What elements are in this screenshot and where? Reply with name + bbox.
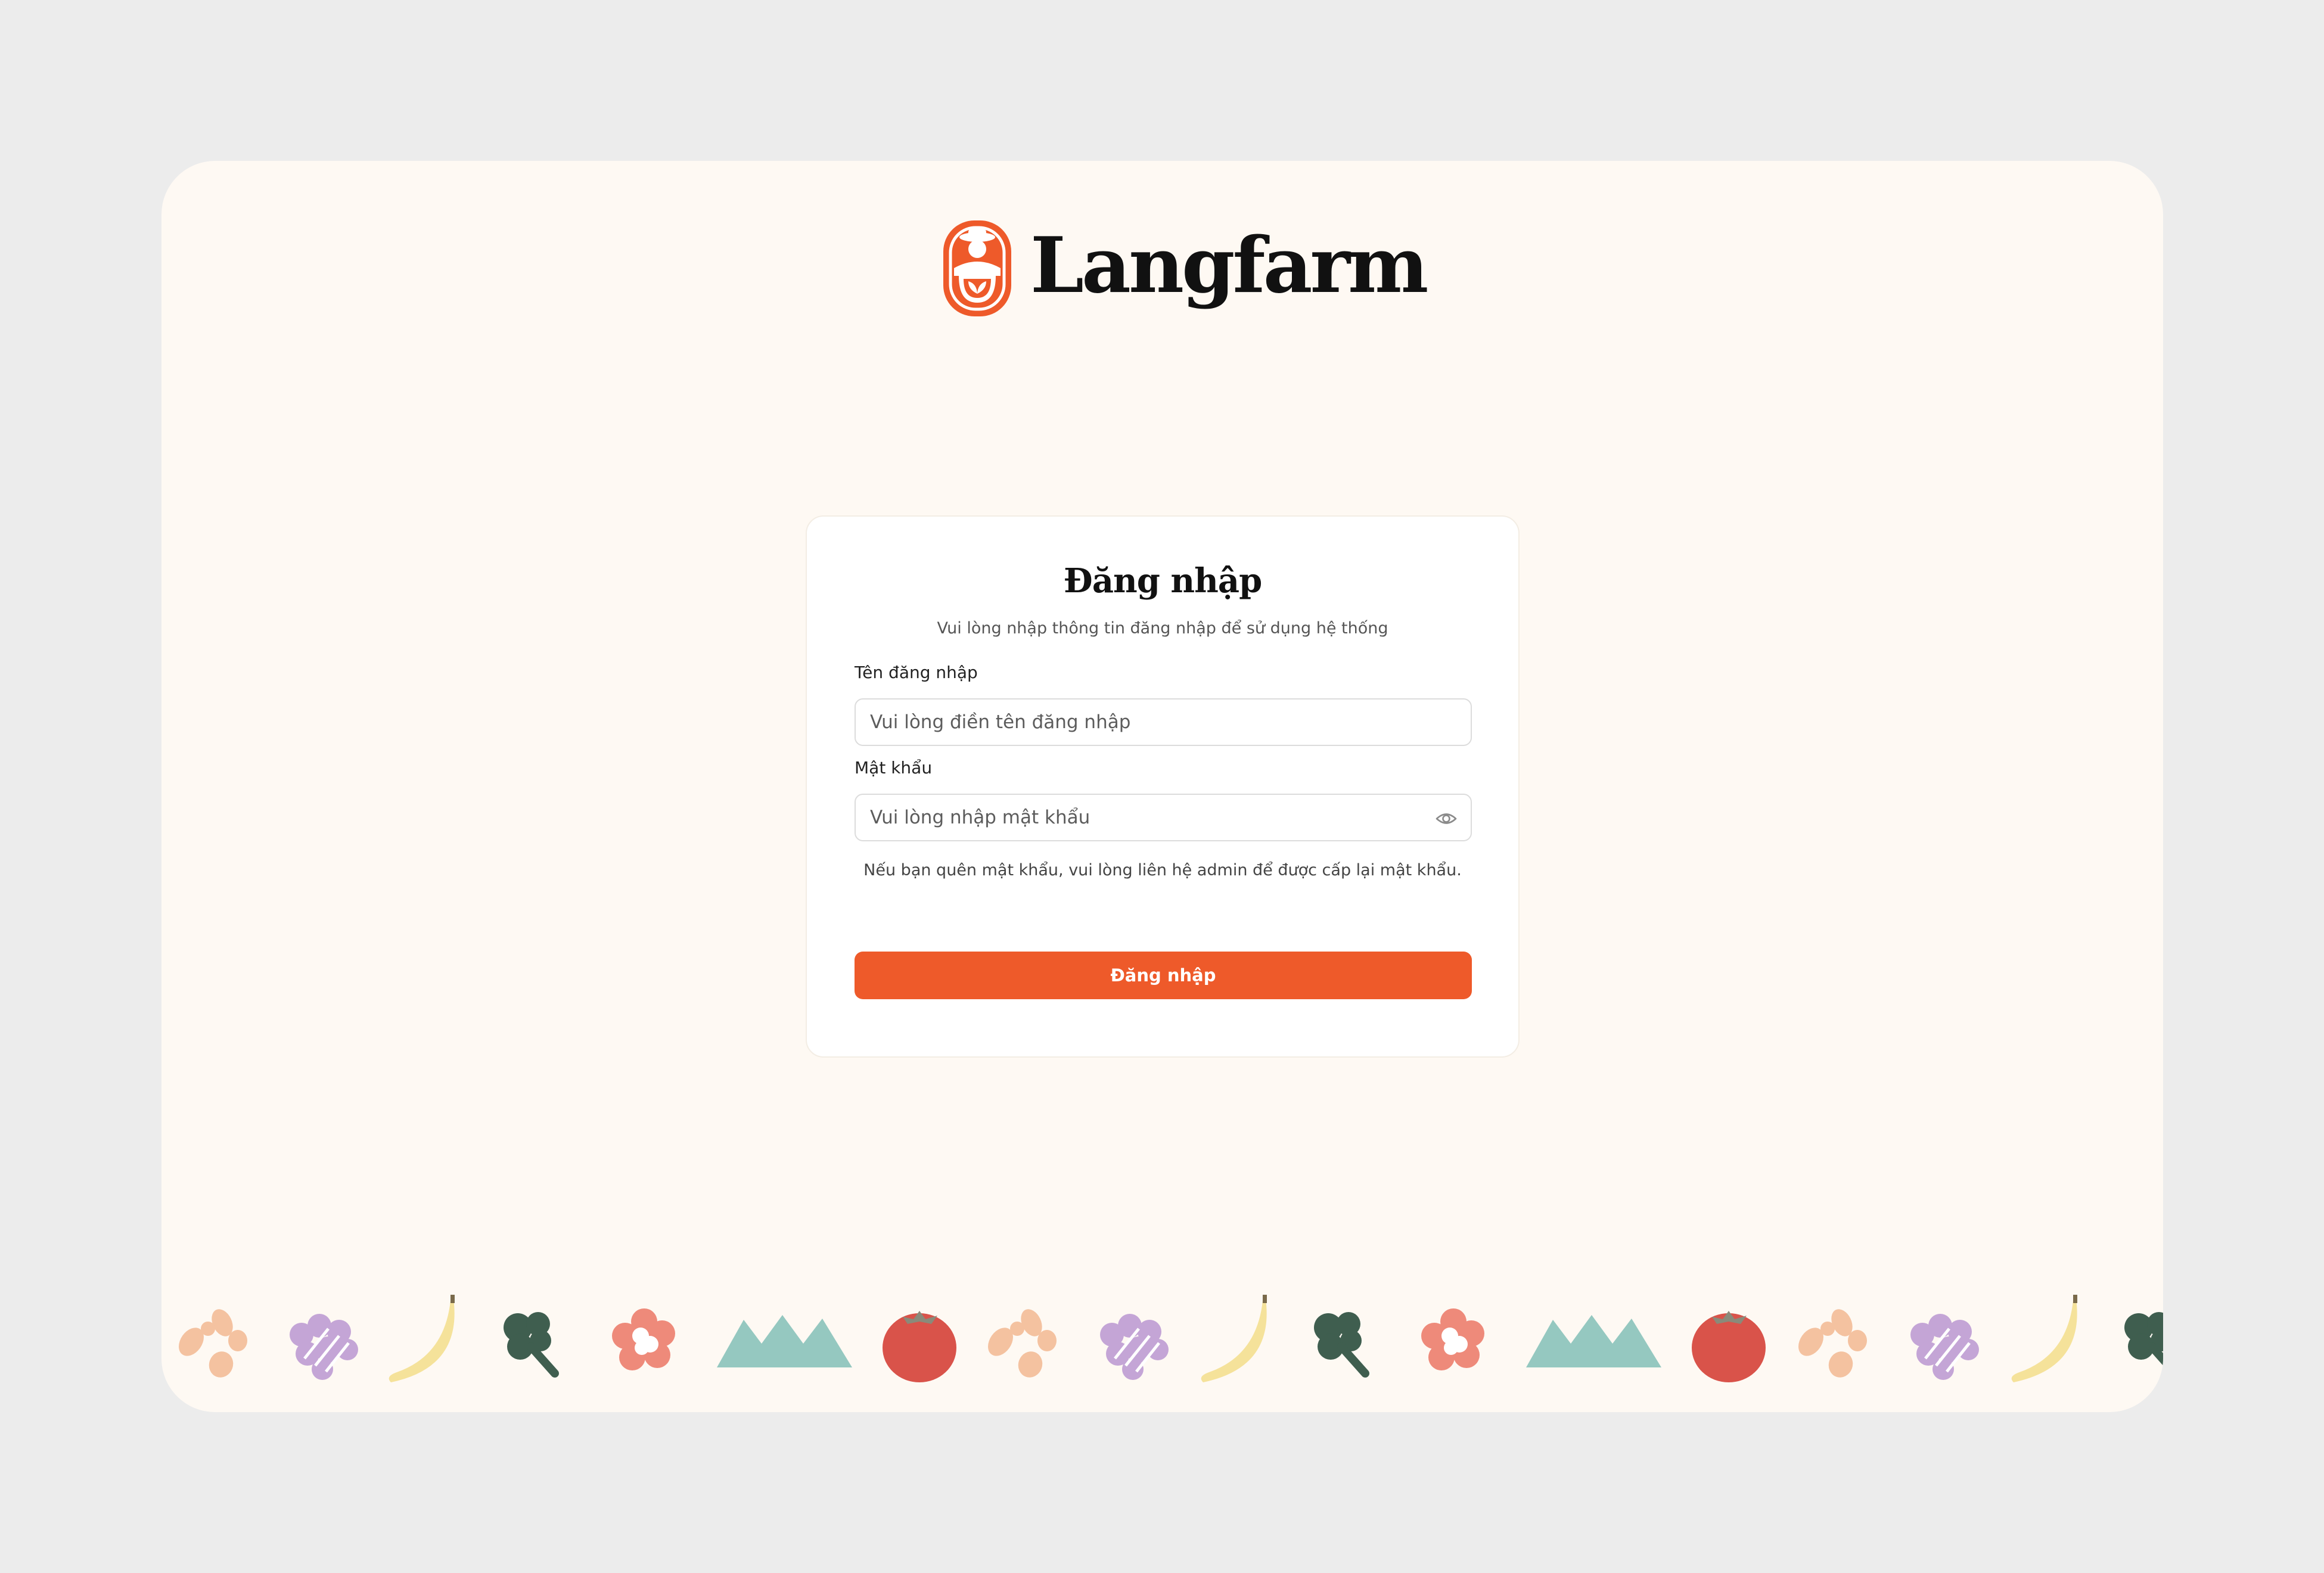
deco-peanuts-2: [983, 1305, 1057, 1381]
username-field: [855, 698, 1472, 746]
login-card: Đăng nhập Vui lòng nhập thông tin đăng n…: [806, 515, 1520, 1058]
password-input[interactable]: [856, 795, 1471, 840]
login-title: Đăng nhập: [1063, 561, 1262, 601]
deco-flower-2: [1421, 1308, 1484, 1370]
deco-banana-3: [2011, 1295, 2077, 1382]
deco-banana-1: [389, 1295, 455, 1382]
brand-logo: Langfarm: [942, 217, 1428, 319]
password-label: Mật khẩu: [855, 758, 933, 778]
login-button[interactable]: Đăng nhập: [855, 952, 1472, 999]
fruit-decoration-strip: [173, 1295, 2163, 1382]
login-page: Langfarm Đăng nhập Vui lòng nhập thông t…: [161, 161, 2163, 1412]
deco-grapes-3: [1910, 1314, 1979, 1380]
deco-mountains-2: [1526, 1315, 1661, 1367]
deco-mountains-1: [717, 1315, 852, 1367]
forgot-password-hint: Nếu bạn quên mật khẩu, vui lòng liên hệ …: [863, 861, 1462, 879]
deco-grapes-1: [290, 1314, 358, 1380]
farmer-logo-icon: [943, 220, 1011, 316]
deco-banana-2: [1201, 1295, 1267, 1382]
login-subtitle: Vui lòng nhập thông tin đăng nhập để sử …: [937, 619, 1388, 638]
eye-icon[interactable]: [1435, 808, 1458, 829]
deco-broccoli-2: [1314, 1312, 1365, 1373]
deco-peanuts-1: [173, 1305, 247, 1381]
deco-grapes-2: [1100, 1314, 1169, 1380]
deco-tomato-1: [883, 1311, 956, 1382]
brand-name: Langfarm: [1030, 221, 1428, 310]
password-field: [855, 794, 1472, 841]
deco-broccoli-3: [2124, 1312, 2163, 1373]
deco-flower-1: [612, 1308, 675, 1370]
deco-tomato-2: [1692, 1311, 1766, 1382]
deco-peanuts-3: [1793, 1305, 1867, 1381]
username-label: Tên đăng nhập: [855, 663, 978, 682]
deco-broccoli-1: [504, 1312, 555, 1373]
username-input[interactable]: [856, 700, 1471, 745]
